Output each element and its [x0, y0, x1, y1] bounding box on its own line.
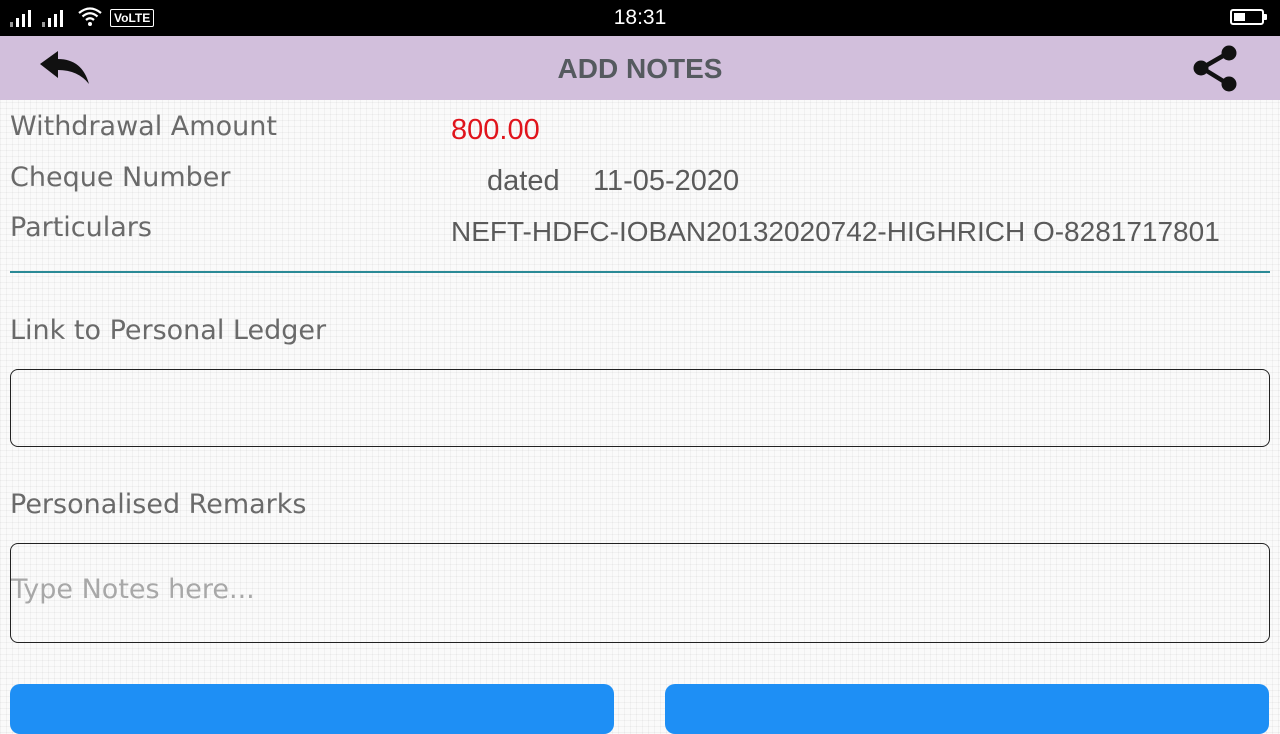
battery-icon	[1230, 9, 1267, 25]
app-bar: ADD NOTES	[0, 36, 1280, 100]
status-time: 18:31	[613, 6, 667, 29]
section-divider	[10, 271, 1270, 273]
left-action-button[interactable]	[10, 684, 614, 734]
back-arrow-icon[interactable]	[38, 50, 92, 86]
ledger-field[interactable]	[10, 369, 1270, 447]
right-action-button[interactable]	[665, 684, 1269, 734]
dated-value: 11-05-2020	[593, 165, 740, 197]
remarks-input[interactable]	[10, 543, 1270, 643]
particulars-value: NEFT-HDFC-IOBAN20132020742-HIGHRICH O-82…	[451, 216, 1220, 247]
share-icon[interactable]	[1190, 44, 1242, 92]
particulars-label: Particulars	[10, 212, 152, 243]
remarks-label: Personalised Remarks	[10, 489, 307, 520]
withdrawal-amount-label: Withdrawal Amount	[10, 111, 277, 142]
page-title: ADD NOTES	[557, 53, 723, 84]
cheque-number-label: Cheque Number	[10, 162, 231, 193]
status-bar: VoLTE 18:31	[0, 0, 1280, 36]
withdrawal-amount-value: 800.00	[451, 114, 540, 146]
dated-label: dated	[487, 165, 560, 197]
ledger-label: Link to Personal Ledger	[10, 315, 327, 346]
